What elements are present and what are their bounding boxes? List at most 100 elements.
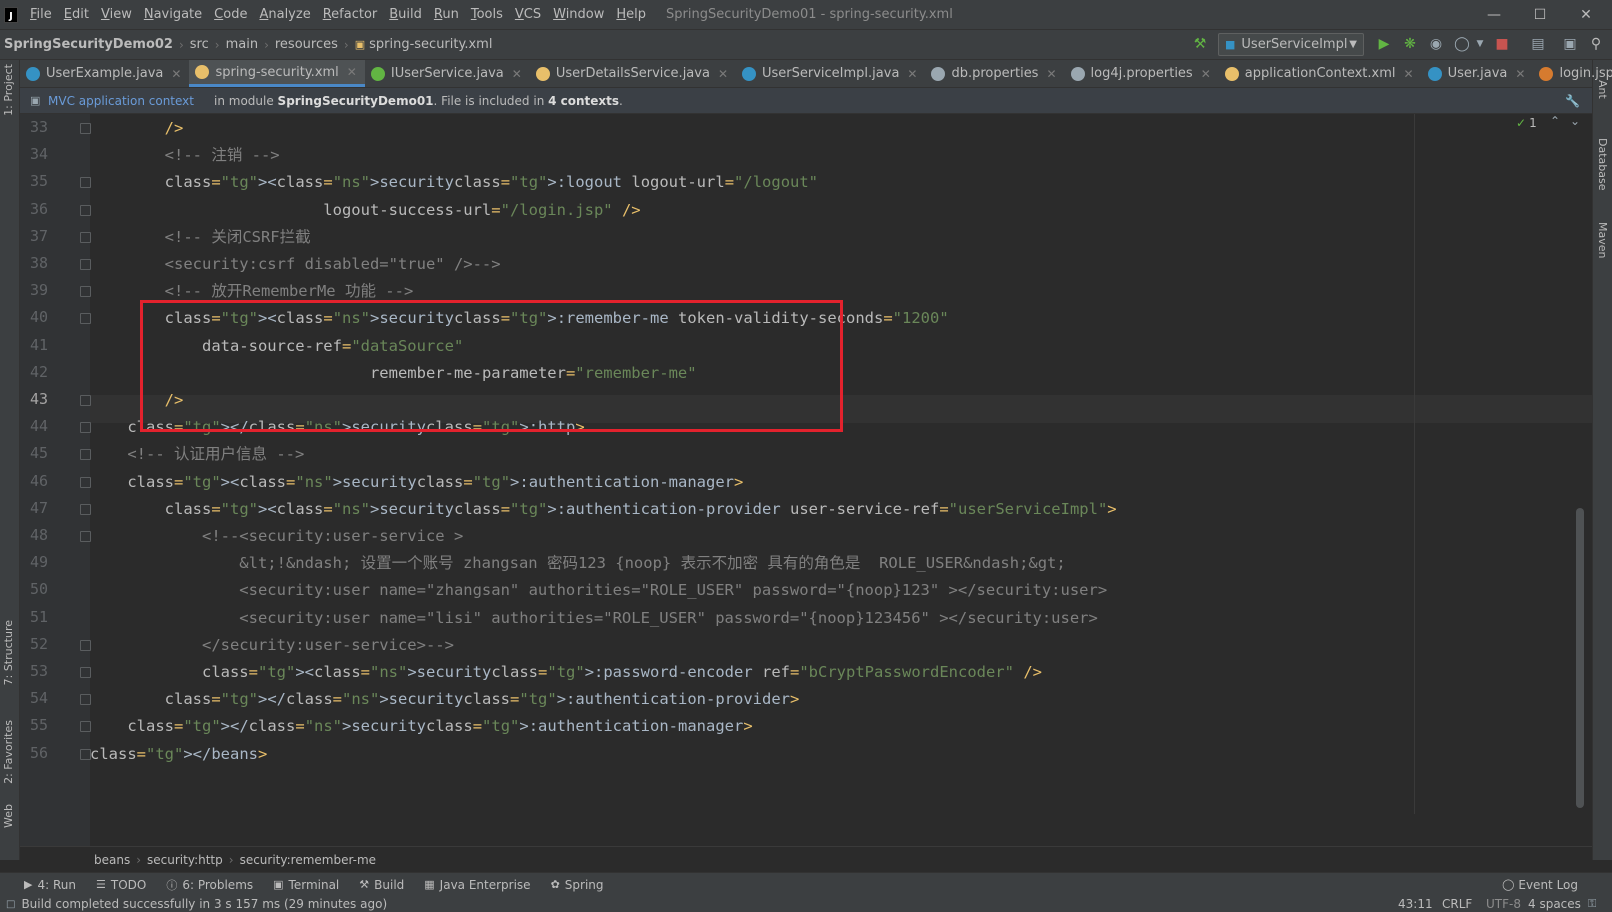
nav-project[interactable]: SpringSecurityDemo02 bbox=[4, 37, 173, 52]
nav-file[interactable]: ▣ spring-security.xml bbox=[355, 37, 493, 52]
mvc-context-link[interactable]: MVC application context bbox=[48, 94, 194, 108]
status-toggle-icon[interactable]: □ bbox=[6, 899, 15, 910]
fold-marker-icon[interactable] bbox=[80, 694, 91, 706]
fold-marker-icon[interactable] bbox=[80, 395, 91, 406]
fold-marker-icon[interactable] bbox=[80, 286, 91, 298]
editor-tab[interactable]: User.java ✕ bbox=[1422, 60, 1534, 87]
fold-marker-icon[interactable] bbox=[80, 177, 91, 189]
chevron-down-icon[interactable]: ▼ bbox=[1472, 36, 1488, 52]
fold-marker-icon[interactable] bbox=[80, 639, 91, 651]
layout-icon[interactable]: ▣ bbox=[1562, 36, 1578, 52]
file-encoding[interactable]: UTF-8 bbox=[1486, 897, 1521, 911]
editor-tab[interactable]: applicationContext.xml ✕ bbox=[1219, 60, 1422, 87]
fold-marker-icon[interactable] bbox=[80, 422, 91, 434]
close-icon[interactable]: ✕ bbox=[1046, 67, 1056, 81]
editor-tab[interactable]: UserServiceImpl.java ✕ bbox=[736, 60, 925, 87]
run-config-select[interactable]: ■ UserServiceImpl ▼ bbox=[1218, 33, 1364, 56]
indent-setting[interactable]: 4 spaces bbox=[1528, 897, 1581, 911]
menu-help[interactable]: Help bbox=[610, 0, 652, 30]
menu-vcs[interactable]: VCS bbox=[509, 0, 547, 30]
menu-view[interactable]: View bbox=[95, 0, 138, 30]
stop-icon[interactable]: ■ bbox=[1494, 36, 1510, 52]
coverage-icon[interactable]: ◉ bbox=[1428, 36, 1444, 52]
close-icon[interactable]: ✕ bbox=[1201, 67, 1211, 81]
tool-window-button[interactable]: ⓘ 6: Problems bbox=[166, 877, 253, 893]
fold-marker-icon[interactable] bbox=[80, 721, 91, 733]
database-tool-button[interactable]: Database bbox=[1596, 138, 1609, 191]
nav-src[interactable]: src bbox=[190, 37, 209, 52]
line-number: 54 bbox=[29, 689, 48, 708]
close-icon[interactable]: ✕ bbox=[1515, 67, 1525, 81]
fold-marker-icon[interactable] bbox=[80, 476, 91, 488]
menu-navigate[interactable]: Navigate bbox=[138, 0, 208, 30]
structure-tool-button[interactable]: 7: Structure bbox=[2, 620, 15, 685]
fold-marker-icon[interactable] bbox=[80, 204, 91, 216]
lock-icon[interactable]: ⚿ bbox=[1588, 897, 1596, 911]
web-tool-button[interactable]: Web bbox=[2, 804, 15, 828]
menu-analyze[interactable]: Analyze bbox=[253, 0, 316, 30]
menu-refactor[interactable]: Refactor bbox=[317, 0, 384, 30]
breadcrumb-http[interactable]: security:http bbox=[147, 853, 223, 867]
tool-window-button[interactable]: ▦ Java Enterprise bbox=[424, 877, 530, 893]
menu-tools[interactable]: Tools bbox=[465, 0, 509, 30]
tool-window-button[interactable]: ✿ Spring bbox=[551, 877, 604, 893]
menu-build[interactable]: Build bbox=[383, 0, 428, 30]
fold-marker-icon[interactable] bbox=[80, 123, 91, 134]
inspection-ok-icon[interactable]: ✓ 1 bbox=[1516, 116, 1537, 130]
menu-run[interactable]: Run bbox=[428, 0, 465, 30]
breadcrumb-remember-me[interactable]: security:remember-me bbox=[240, 853, 376, 867]
chevron-down-icon[interactable]: ⌄ bbox=[1570, 114, 1580, 128]
tool-window-button[interactable]: ⚒ Build bbox=[359, 877, 404, 893]
menu-edit[interactable]: Edit bbox=[58, 0, 95, 30]
tool-window-button[interactable]: ☰ TODO bbox=[96, 877, 146, 893]
tool-window-button[interactable]: ▶ 4: Run bbox=[24, 877, 76, 893]
line-separator[interactable]: CRLF bbox=[1442, 897, 1472, 911]
close-icon[interactable]: ✕ bbox=[512, 67, 522, 81]
wrench-icon[interactable]: 🔧 bbox=[1565, 94, 1580, 108]
favorites-tool-button[interactable]: 2: Favorites bbox=[2, 720, 15, 784]
build-hammer-icon[interactable]: ⚒ bbox=[1192, 36, 1208, 52]
project-structure-icon[interactable]: ▤ bbox=[1530, 36, 1546, 52]
tool-window-button[interactable]: ▣ Terminal bbox=[273, 877, 339, 893]
close-icon[interactable]: ✕ bbox=[347, 65, 357, 79]
menu-file[interactable]: File bbox=[24, 0, 58, 30]
editor-tab[interactable]: IUserService.java ✕ bbox=[365, 60, 530, 87]
close-icon[interactable]: ✕ bbox=[171, 67, 181, 81]
fold-marker-icon[interactable] bbox=[80, 231, 91, 243]
close-window-icon[interactable]: ✕ bbox=[1563, 0, 1609, 30]
nav-main[interactable]: main bbox=[226, 37, 258, 52]
breadcrumb-beans[interactable]: beans bbox=[94, 853, 130, 867]
editor-tab[interactable]: login.jsp✕ bbox=[1533, 60, 1612, 87]
editor-tab[interactable]: UserDetailsService.java ✕ bbox=[530, 60, 736, 87]
fold-marker-icon[interactable] bbox=[80, 531, 91, 542]
maximize-icon[interactable]: ☐ bbox=[1517, 0, 1563, 30]
project-tool-button[interactable]: 1: Project bbox=[2, 64, 15, 116]
nav-resources[interactable]: resources bbox=[275, 37, 338, 52]
editor-tab[interactable]: log4j.properties ✕ bbox=[1065, 60, 1219, 87]
menu-code[interactable]: Code bbox=[208, 0, 253, 30]
fold-marker-icon[interactable] bbox=[80, 449, 91, 461]
menu-window[interactable]: Window bbox=[547, 0, 610, 30]
minimize-icon[interactable]: — bbox=[1471, 0, 1517, 30]
fold-marker-icon[interactable] bbox=[80, 259, 91, 270]
editor-tab[interactable]: UserExample.java ✕ bbox=[20, 60, 189, 87]
fold-marker-icon[interactable] bbox=[80, 503, 91, 515]
profile-icon[interactable]: ◯ bbox=[1454, 36, 1470, 52]
editor-tab[interactable]: spring-security.xml ✕ bbox=[189, 60, 365, 87]
context-banner: ▣ MVC application context in module Spri… bbox=[20, 88, 1592, 114]
vertical-scrollbar[interactable] bbox=[1576, 508, 1584, 808]
fold-marker-icon[interactable] bbox=[80, 313, 91, 325]
caret-position[interactable]: 43:11 bbox=[1398, 897, 1433, 911]
chevron-up-icon[interactable]: ⌃ bbox=[1550, 114, 1560, 128]
event-log-button[interactable]: ◯ Event Log bbox=[1502, 878, 1578, 892]
run-icon[interactable]: ▶ bbox=[1376, 36, 1392, 52]
debug-icon[interactable]: ❋ bbox=[1402, 36, 1418, 52]
maven-tool-button[interactable]: Maven bbox=[1596, 222, 1609, 258]
close-icon[interactable]: ✕ bbox=[718, 67, 728, 81]
close-icon[interactable]: ✕ bbox=[907, 67, 917, 81]
search-icon[interactable]: ⚲ bbox=[1588, 36, 1604, 52]
close-icon[interactable]: ✕ bbox=[1404, 67, 1414, 81]
fold-marker-icon[interactable] bbox=[80, 748, 91, 760]
editor-tab[interactable]: db.properties ✕ bbox=[925, 60, 1064, 87]
fold-marker-icon[interactable] bbox=[80, 667, 91, 678]
